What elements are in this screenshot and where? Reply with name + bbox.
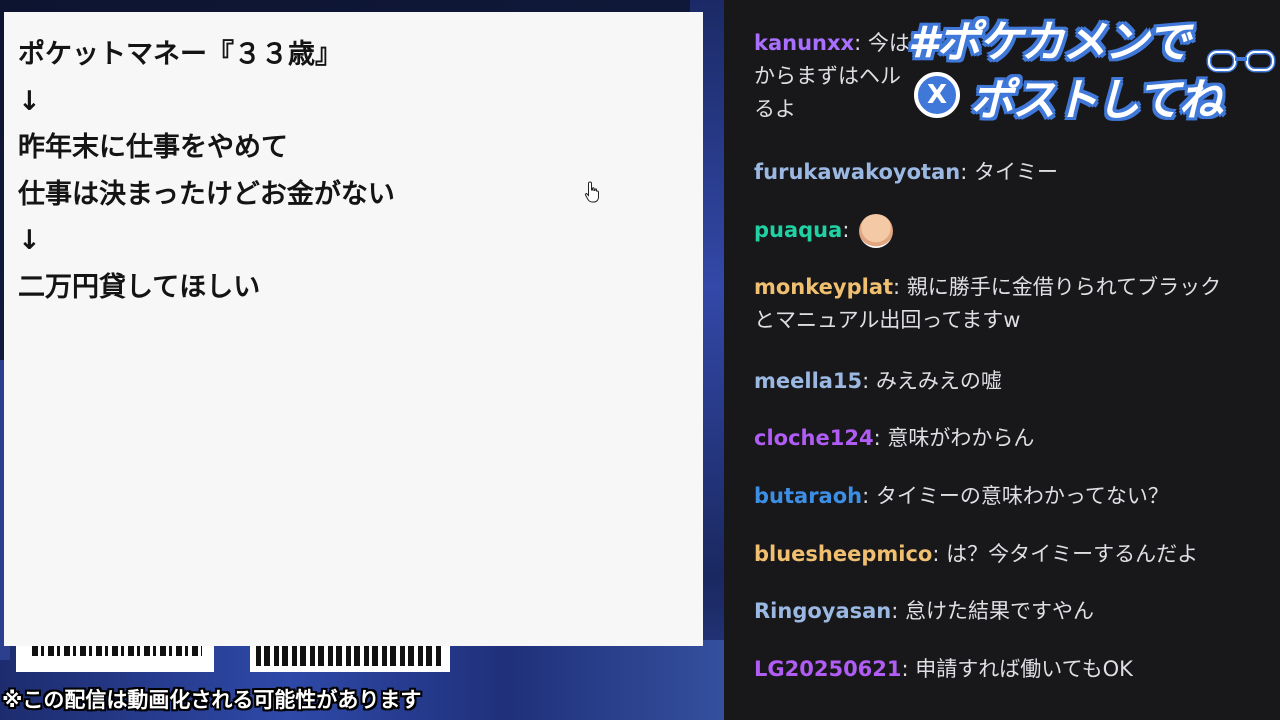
chat-text: 怠けた結果ですやん — [905, 599, 1095, 623]
face-emote-icon — [859, 214, 894, 248]
chat-message: cloche124: 意味がわからん — [754, 426, 1035, 450]
qr-code-left — [16, 646, 214, 672]
chat-username[interactable]: butaraoh — [754, 484, 862, 508]
note-panel: ポケットマネー『３３歳』 ↓ 昨年末に仕事をやめて 仕事は決まったけどお金がない… — [4, 12, 703, 646]
chat-text-continued: とマニュアル出回ってますw — [754, 308, 1021, 332]
hand-cursor-icon — [584, 181, 599, 203]
note-line: 二万円貸してほしい — [18, 271, 261, 303]
chat-username[interactable]: puaqua — [754, 218, 842, 242]
chat-text-continued: るよ — [754, 97, 796, 121]
chat-text: みえみえの嘘 — [875, 369, 1002, 393]
chat-username[interactable]: Ringoyasan — [754, 599, 891, 623]
chat-message: meella15: みえみえの嘘 — [754, 369, 1002, 393]
chat-colon: : — [854, 31, 868, 55]
chat-username[interactable]: LG20250621 — [754, 657, 902, 681]
chat-username[interactable]: furukawakoyotan — [754, 160, 960, 184]
note-arrow: ↓ — [18, 85, 41, 117]
chat-text: は？今タイミーするんだよ — [946, 542, 1199, 566]
disclaimer-text: ※この配信は動画化される可能性があります — [2, 688, 422, 712]
chat-username[interactable]: kanunxx — [754, 31, 854, 55]
chat-text: タイミーの意味わかってない？ — [875, 484, 1169, 508]
chat-username[interactable]: bluesheepmico — [754, 542, 932, 566]
chat-username[interactable]: meella15 — [754, 369, 862, 393]
chat-message: LG20250621: 申請すれば働いてもOK — [754, 657, 1133, 681]
chat-text: タイミー — [973, 160, 1058, 184]
chat-message: butaraoh: タイミーの意味わかってない？ — [754, 484, 1169, 508]
chat-text: 申請すれば働いてもOK — [915, 657, 1133, 681]
chat-text: 親に勝手に金借りられてブラック — [906, 275, 1222, 299]
chat-message: puaqua: — [754, 214, 1266, 248]
qr-code-right — [250, 646, 450, 672]
hashtag-subtext: ポストしてね — [970, 75, 1223, 126]
x-logo-icon: X — [914, 72, 960, 118]
chat-text: 今は — [867, 31, 910, 55]
chat-message: furukawakoyotan: タイミー — [754, 160, 1058, 184]
note-line: 昨年末に仕事をやめて — [18, 132, 288, 163]
hashtag-overlay: #ポケカメンで X ポストしてね — [906, 6, 1278, 126]
note-arrow: ↓ — [18, 225, 41, 256]
chat-username[interactable]: cloche124 — [754, 426, 874, 450]
glasses-icon — [1206, 49, 1276, 73]
chat-message: monkeyplat: 親に勝手に金借りられてブラック とマニュアル出回ってます… — [754, 275, 1222, 332]
chat-message: Ringoyasan: 怠けた結果ですやん — [754, 599, 1095, 623]
chat-username[interactable]: monkeyplat — [754, 275, 893, 299]
note-line: ポケットマネー『３３歳』 — [18, 39, 342, 70]
chat-message: bluesheepmico: は？今タイミーするんだよ — [754, 542, 1199, 566]
chat-text-continued: からまずはヘル — [754, 64, 901, 88]
hashtag-text: #ポケカメンで — [908, 17, 1191, 68]
chat-text: 意味がわからん — [887, 426, 1035, 450]
